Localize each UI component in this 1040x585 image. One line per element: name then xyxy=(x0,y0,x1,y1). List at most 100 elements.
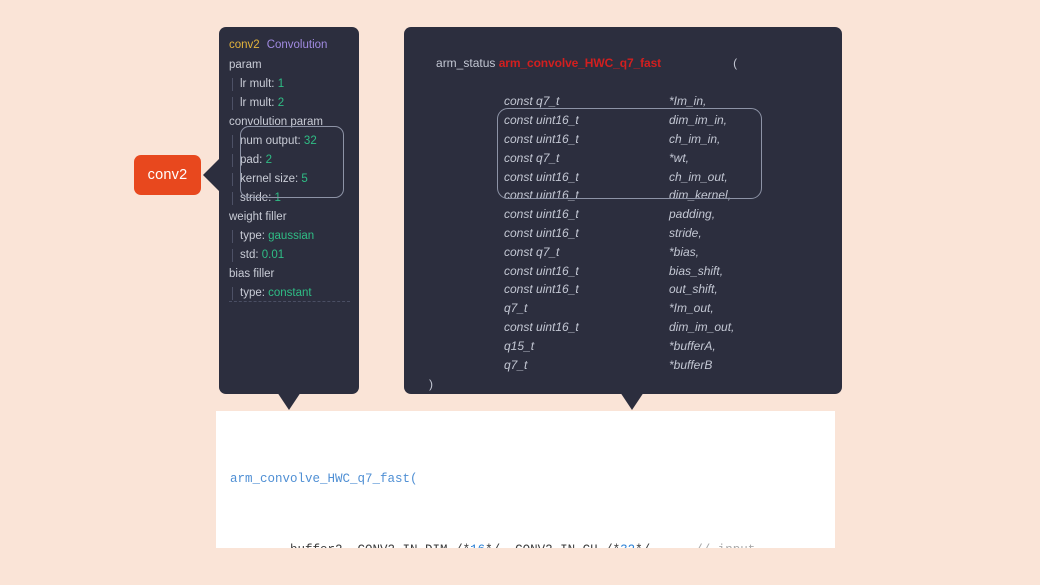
signature-param-name: padding, xyxy=(669,207,716,222)
signature-param-type: const q7_t xyxy=(504,94,560,109)
signature-param-row: const uint16_t stride, xyxy=(416,224,830,243)
signature-param-row: const uint16_t dim_im_in, xyxy=(416,111,830,130)
signature-param-type: const uint16_t xyxy=(504,319,579,334)
prototxt-item-value: constant xyxy=(264,287,312,299)
signature-param-name: dim_im_in, xyxy=(669,113,728,128)
conv2-layer-badge[interactable]: conv2 xyxy=(134,155,201,195)
signature-param-row: q15_t *bufferA, xyxy=(416,337,830,356)
signature-param-row: q7_t *Im_out, xyxy=(416,299,830,318)
prototxt-item: num output: 32 xyxy=(229,132,349,151)
prototxt-item-key: type: xyxy=(240,230,265,242)
prototxt-layer-type: Convolution xyxy=(266,39,328,51)
prototxt-item: pad: 2 xyxy=(229,151,349,170)
signature-param-type: const uint16_t xyxy=(504,169,579,184)
code-comment: // input xyxy=(695,543,755,549)
prototxt-item: stride: 1 xyxy=(229,189,349,208)
signature-return-type: arm_status xyxy=(436,55,496,70)
signature-param-name: *Im_out, xyxy=(669,301,714,316)
signature-param-name: dim_im_out, xyxy=(669,319,735,334)
prototxt-item-key: kernel size: xyxy=(240,173,299,185)
signature-param-name: *bufferA, xyxy=(669,338,716,353)
code-line: buffer2, CONV2_IN_DIM /*16*/, CONV2_IN_C… xyxy=(230,539,835,549)
signature-param-name: ch_im_in, xyxy=(669,131,721,146)
signature-param-type: const uint16_t xyxy=(504,188,579,203)
signature-param-name: *bias, xyxy=(669,244,700,259)
prototxt-group-header: weight filler xyxy=(229,208,349,227)
signature-param-name: stride, xyxy=(669,225,702,240)
signature-param-name: *wt, xyxy=(669,150,690,165)
prototxt-item-value: 2 xyxy=(262,154,272,166)
code-argument-lines: buffer2, CONV2_IN_DIM /*16*/, CONV2_IN_C… xyxy=(230,539,835,549)
code-call-name: arm_convolve_HWC_q7_fast( xyxy=(230,472,418,486)
signature-param-row: const uint16_t ch_im_in, xyxy=(416,130,830,149)
prototxt-item-key: lr mult: xyxy=(240,97,275,109)
signature-param-name: *bufferB xyxy=(669,357,713,372)
signature-param-type: const uint16_t xyxy=(504,225,579,240)
signature-param-row: const uint16_t bias_shift, xyxy=(416,262,830,281)
prototxt-item: lr mult: 2 xyxy=(229,94,349,113)
code-call-line: arm_convolve_HWC_q7_fast( xyxy=(230,468,835,492)
prototxt-item-value: 32 xyxy=(300,135,317,147)
prototxt-item-key: std: xyxy=(240,249,259,261)
prototxt-item-value: 0.01 xyxy=(258,249,285,261)
prototxt-item-value: gaussian xyxy=(264,230,315,242)
prototxt-item-key: lr mult: xyxy=(240,78,275,90)
prototxt-group-header: param xyxy=(229,56,349,75)
generated-code-panel: arm_convolve_HWC_q7_fast( buffer2, CONV2… xyxy=(216,411,835,548)
prototxt-group-label: bias filler xyxy=(229,268,275,280)
signature-param-row: const q7_t *bias, xyxy=(416,243,830,262)
signature-param-type: const uint16_t xyxy=(504,113,579,128)
prototxt-divider xyxy=(229,301,350,302)
prototxt-item-key: pad: xyxy=(240,154,263,166)
signature-param-type: const uint16_t xyxy=(504,282,579,297)
diagram-stage: conv2 conv2 Convolution param lr mult: 1 lr… xyxy=(0,0,1040,585)
prototxt-item-value: 1 xyxy=(271,192,281,204)
signature-param-type: const uint16_t xyxy=(504,131,579,146)
prototxt-item-key: type: xyxy=(240,287,265,299)
signature-param-row: const uint16_t ch_im_out, xyxy=(416,168,830,187)
signature-param-type: const uint16_t xyxy=(504,263,579,278)
prototxt-item-value: 5 xyxy=(298,173,308,185)
signature-param-name: dim_kernel, xyxy=(669,188,732,203)
prototxt-item: std: 0.01 xyxy=(229,246,349,265)
signature-param-type: const q7_t xyxy=(504,150,560,165)
prototxt-body: param lr mult: 1 lr mult: 2 convolution par… xyxy=(229,56,349,303)
prototxt-item-key: stride: xyxy=(240,192,272,204)
prototxt-group-label: convolution param xyxy=(229,116,323,128)
signature-param-row: const q7_t *Im_in, xyxy=(416,92,830,111)
signature-param-row: const q7_t *wt, xyxy=(416,149,830,168)
signature-open-paren: ( xyxy=(733,55,738,70)
signature-param-row: q7_t *bufferB xyxy=(416,356,830,375)
signature-param-name: out_shift, xyxy=(669,282,718,297)
signature-param-type: q15_t xyxy=(504,338,535,353)
signature-param-row: const uint16_t out_shift, xyxy=(416,280,830,299)
prototxt-item: lr mult: 1 xyxy=(229,75,349,94)
signature-param-type: const uint16_t xyxy=(504,207,579,222)
signature-param-name: *Im_in, xyxy=(669,94,707,109)
prototxt-group-header: bias filler xyxy=(229,265,349,284)
signature-param-name: bias_shift, xyxy=(669,263,724,278)
prototxt-item-value: 1 xyxy=(274,78,285,90)
function-signature-header: arm_status arm_convolve_HWC_q7_fast ( xyxy=(416,35,830,91)
prototxt-layer-name: conv2 xyxy=(229,39,260,51)
signature-param-type: q7_t xyxy=(504,357,528,372)
prototxt-item-key: num output: xyxy=(240,135,301,147)
signature-param-type: q7_t xyxy=(504,301,528,316)
prototxt-group-label: weight filler xyxy=(229,211,287,223)
prototxt-layer-panel: conv2 Convolution param lr mult: 1 lr mult:… xyxy=(219,27,359,394)
signature-param-name: ch_im_out, xyxy=(669,169,728,184)
function-signature-panel: arm_status arm_convolve_HWC_q7_fast ( con… xyxy=(404,27,842,394)
badge-pointer-arrow-icon xyxy=(203,158,220,192)
code-line-text: buffer2, CONV2_IN_DIM /*16*/, CONV2_IN_C… xyxy=(230,543,658,549)
code-comment-spacer xyxy=(658,543,696,549)
signature-param-row: const uint16_t dim_im_out, xyxy=(416,318,830,337)
signature-function-name: arm_convolve_HWC_q7_fast xyxy=(498,55,662,70)
signature-to-code-arrow-icon xyxy=(620,392,644,410)
function-parameter-list: const q7_t *Im_in,const uint16_t dim_im_in… xyxy=(416,92,830,374)
signature-param-type: const q7_t xyxy=(504,244,560,259)
prototxt-item-value: 2 xyxy=(274,97,285,109)
prototxt-item: kernel size: 5 xyxy=(229,170,349,189)
signature-param-row: const uint16_t dim_kernel, xyxy=(416,186,830,205)
prototxt-to-code-arrow-icon xyxy=(277,392,301,410)
prototxt-item: type: gaussian xyxy=(229,227,349,246)
